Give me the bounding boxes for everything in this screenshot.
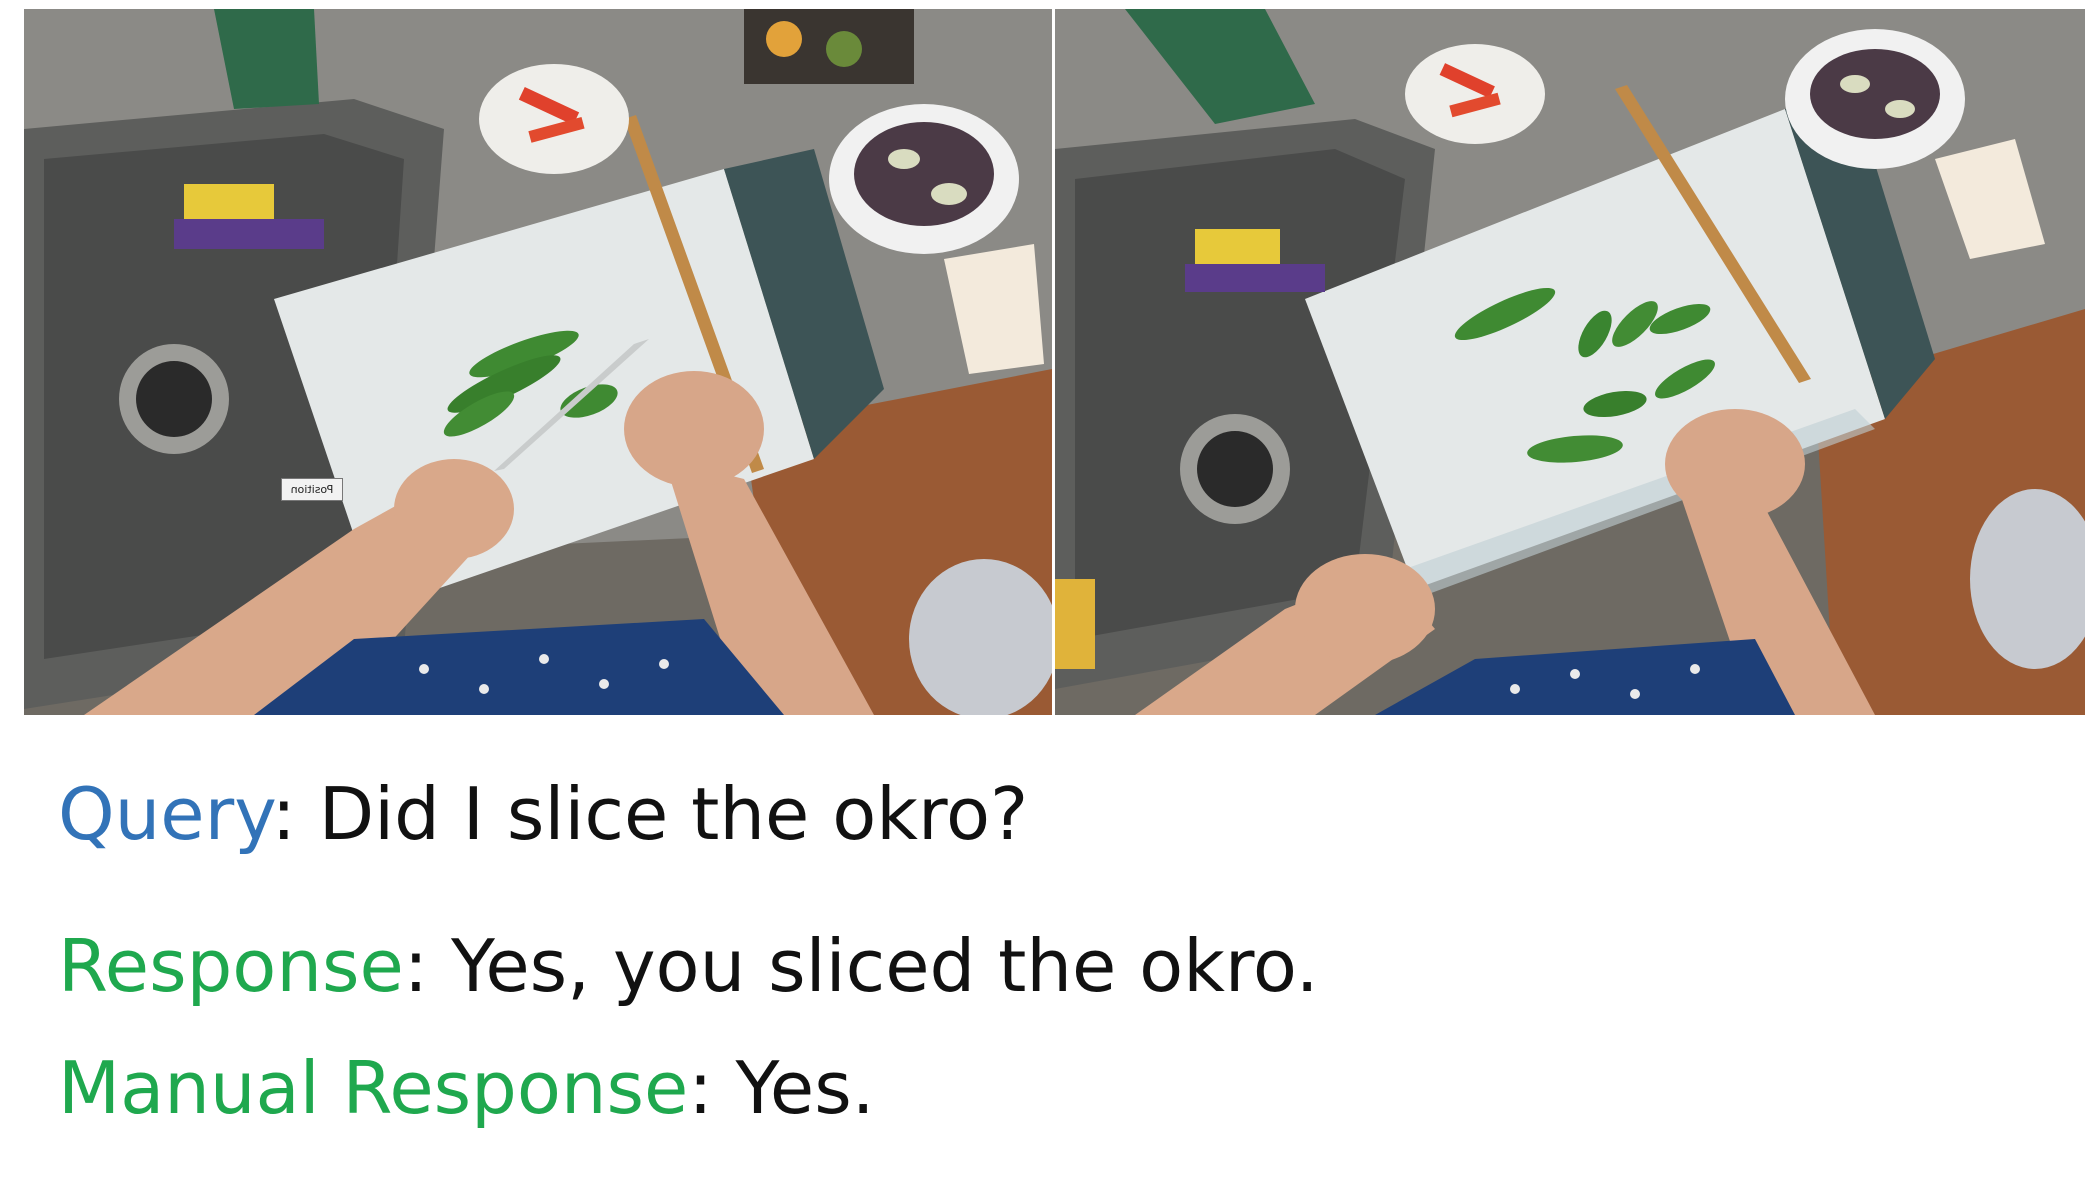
manual-response-label: Manual Response: [58, 1046, 689, 1130]
response-label: Response: [58, 924, 404, 1008]
video-frame-right: [1055, 9, 2085, 715]
response-line: Response: Yes, you sliced the okro.: [58, 930, 2058, 1002]
query-text: : Did I slice the okro?: [271, 772, 1029, 856]
video-frames: Position: [24, 9, 2085, 715]
query-line: Query: Did I slice the okro?: [58, 778, 2058, 850]
kitchen-scene-right: [1055, 9, 2085, 715]
query-label: Query: [58, 772, 272, 856]
manual-response-text: : Yes.: [688, 1046, 875, 1130]
manual-response-line: Manual Response: Yes.: [58, 1052, 2058, 1124]
video-frame-left: Position: [24, 9, 1052, 715]
position-overlay-label: Position: [281, 478, 343, 501]
position-overlay-text: Position: [290, 483, 334, 496]
response-text: : Yes, you sliced the okro.: [403, 924, 1319, 1008]
kitchen-scene-left: [24, 9, 1052, 715]
